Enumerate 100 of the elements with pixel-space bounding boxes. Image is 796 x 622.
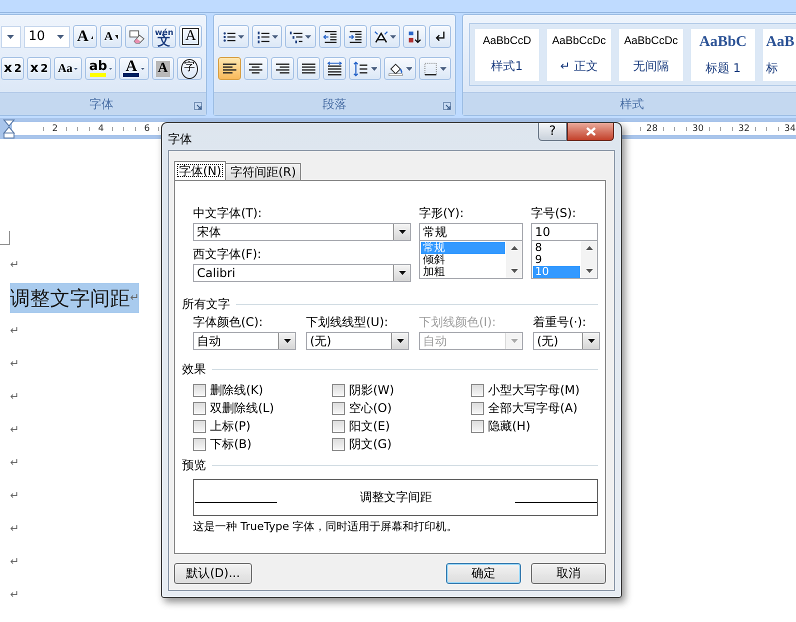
close-button[interactable] (567, 123, 614, 141)
outdent-button[interactable] (318, 25, 342, 48)
checkbox[interactable] (471, 402, 484, 414)
list-option[interactable]: 9 (533, 254, 580, 266)
dropdown-arrow-icon[interactable] (284, 339, 290, 343)
dropdown-arrow-icon (141, 66, 145, 70)
font-size-field[interactable]: 10 (531, 223, 598, 241)
scroll-down-icon[interactable] (510, 269, 518, 273)
list-option[interactable]: 8 (533, 242, 580, 254)
checkbox[interactable] (332, 438, 345, 450)
asian-button[interactable] (370, 25, 400, 48)
style-item[interactable]: AaBbC 标题 1 (691, 29, 755, 81)
dialog-launcher-icon[interactable] (443, 102, 451, 110)
dropdown-field[interactable]: (无) (306, 332, 409, 350)
checkbox[interactable] (471, 420, 484, 432)
paragraph-mark: ↵ (10, 322, 20, 338)
checkbox-label: 下标(B) (210, 436, 252, 452)
shading-button[interactable] (384, 57, 416, 80)
enclose-characters-button[interactable]: 字 (176, 57, 202, 80)
paragraph-mark: ↵ (10, 422, 20, 438)
checkbox-label: 隐藏(H) (488, 418, 530, 434)
font-size-list[interactable]: 8 9 10 (531, 241, 598, 279)
align-center-button[interactable] (244, 57, 268, 80)
character-shading-button[interactable]: A (152, 57, 174, 80)
dropdown-arrow-icon (370, 66, 378, 70)
align-right-button[interactable] (270, 57, 294, 80)
list-option[interactable]: 倾斜 (421, 254, 505, 266)
indent-button[interactable] (344, 25, 367, 48)
character-border-button[interactable]: A (179, 25, 202, 48)
ruler-number: 6 (142, 124, 152, 134)
section-heading: 效果 (182, 361, 206, 378)
font-color-button[interactable]: A (119, 57, 149, 80)
numbering-button[interactable] (252, 25, 282, 48)
paragraph-mark: ↵ (10, 586, 20, 602)
distribute-button[interactable] (323, 57, 346, 80)
borders-button[interactable] (419, 57, 452, 80)
style-item[interactable]: AaBbCcD 样式1 (475, 29, 539, 81)
indent-marker-icon[interactable] (3, 119, 15, 139)
dropdown-arrow-icon[interactable] (588, 339, 594, 343)
triangle-up-icon (90, 34, 94, 38)
dialog-button[interactable]: 确定 (446, 563, 521, 584)
checkbox[interactable] (471, 384, 484, 396)
dialog-tab[interactable]: 字符间距(R) (225, 163, 302, 180)
paragraph-mark: ↵ (10, 388, 20, 404)
line-spacing-icon (353, 60, 369, 76)
dropdown-arrow-icon (272, 34, 278, 38)
bullets-button[interactable] (218, 25, 249, 48)
font-name-field[interactable] (1, 26, 21, 48)
dropdown-field[interactable]: (无) (533, 332, 600, 350)
style-item[interactable]: AaBbCcDc ↵ 正文 (547, 29, 611, 81)
dropdown-arrow-icon[interactable] (398, 230, 406, 234)
font-style-list[interactable]: 常规 倾斜 加粗 (419, 241, 523, 279)
font-size-field[interactable]: 10 (24, 26, 70, 48)
change-case-button[interactable]: Aa (54, 57, 82, 80)
justify-icon (300, 60, 316, 76)
justify-button[interactable] (296, 57, 320, 80)
checkbox[interactable] (332, 402, 345, 414)
multilevel-button[interactable] (285, 25, 316, 48)
list-option[interactable]: 加粗 (421, 266, 505, 278)
dialog-launcher-icon[interactable] (194, 102, 202, 110)
style-item[interactable]: AaBbCcDc 无间隔 (619, 29, 683, 81)
spacing-button[interactable] (349, 57, 382, 80)
sort-button[interactable] (403, 25, 426, 48)
ruler-number: 28 (644, 124, 660, 134)
scroll-up-icon[interactable] (510, 246, 518, 250)
shrink-font-button[interactable]: A (100, 25, 122, 48)
western-font-dropdown[interactable]: Calibri (193, 264, 411, 282)
dialog-title: 字体 (168, 131, 192, 148)
scroll-up-icon[interactable] (586, 246, 592, 250)
dialog-button[interactable]: 默认(D)... (174, 563, 252, 584)
dropdown-arrow-icon[interactable] (398, 271, 406, 275)
checkbox[interactable] (332, 420, 345, 432)
ruler-number: 34 (782, 124, 796, 134)
checkbox[interactable] (193, 420, 206, 432)
font-style-field[interactable]: 常规 (419, 223, 523, 241)
grow-font-button[interactable]: A (72, 25, 98, 48)
checkbox[interactable] (193, 384, 206, 396)
dialog-tab[interactable]: 字体(N) (174, 161, 226, 180)
dropdown-field[interactable]: 自动 (193, 332, 296, 350)
checkbox[interactable] (193, 402, 206, 414)
checkbox[interactable] (332, 384, 345, 396)
group-title: 样式 (620, 96, 644, 112)
distribute-icon (327, 60, 342, 76)
preview-text: 调整文字间距 (360, 489, 432, 506)
style-item[interactable]: AaB 标 (763, 29, 796, 81)
field-label: 着重号(·): (533, 315, 588, 330)
dialog-button[interactable]: 取消 (531, 563, 606, 584)
checkbox[interactable] (193, 438, 206, 450)
scroll-down-icon[interactable] (586, 269, 592, 273)
chinese-font-dropdown[interactable]: 宋体 (193, 223, 411, 241)
help-button[interactable]: ? (538, 123, 567, 141)
marks-button[interactable] (428, 25, 451, 48)
clear-formatting-button[interactable] (125, 25, 150, 48)
section-heading: 预览 (182, 457, 206, 474)
dropdown-arrow-icon[interactable] (396, 339, 404, 343)
field-label: 字形(Y): (419, 206, 465, 221)
highlight-button[interactable]: ab (85, 57, 116, 80)
increase-indent-icon (348, 28, 363, 44)
align-left-button[interactable] (218, 57, 242, 80)
phonetic-guide-button[interactable]: wén 文 (152, 25, 176, 48)
